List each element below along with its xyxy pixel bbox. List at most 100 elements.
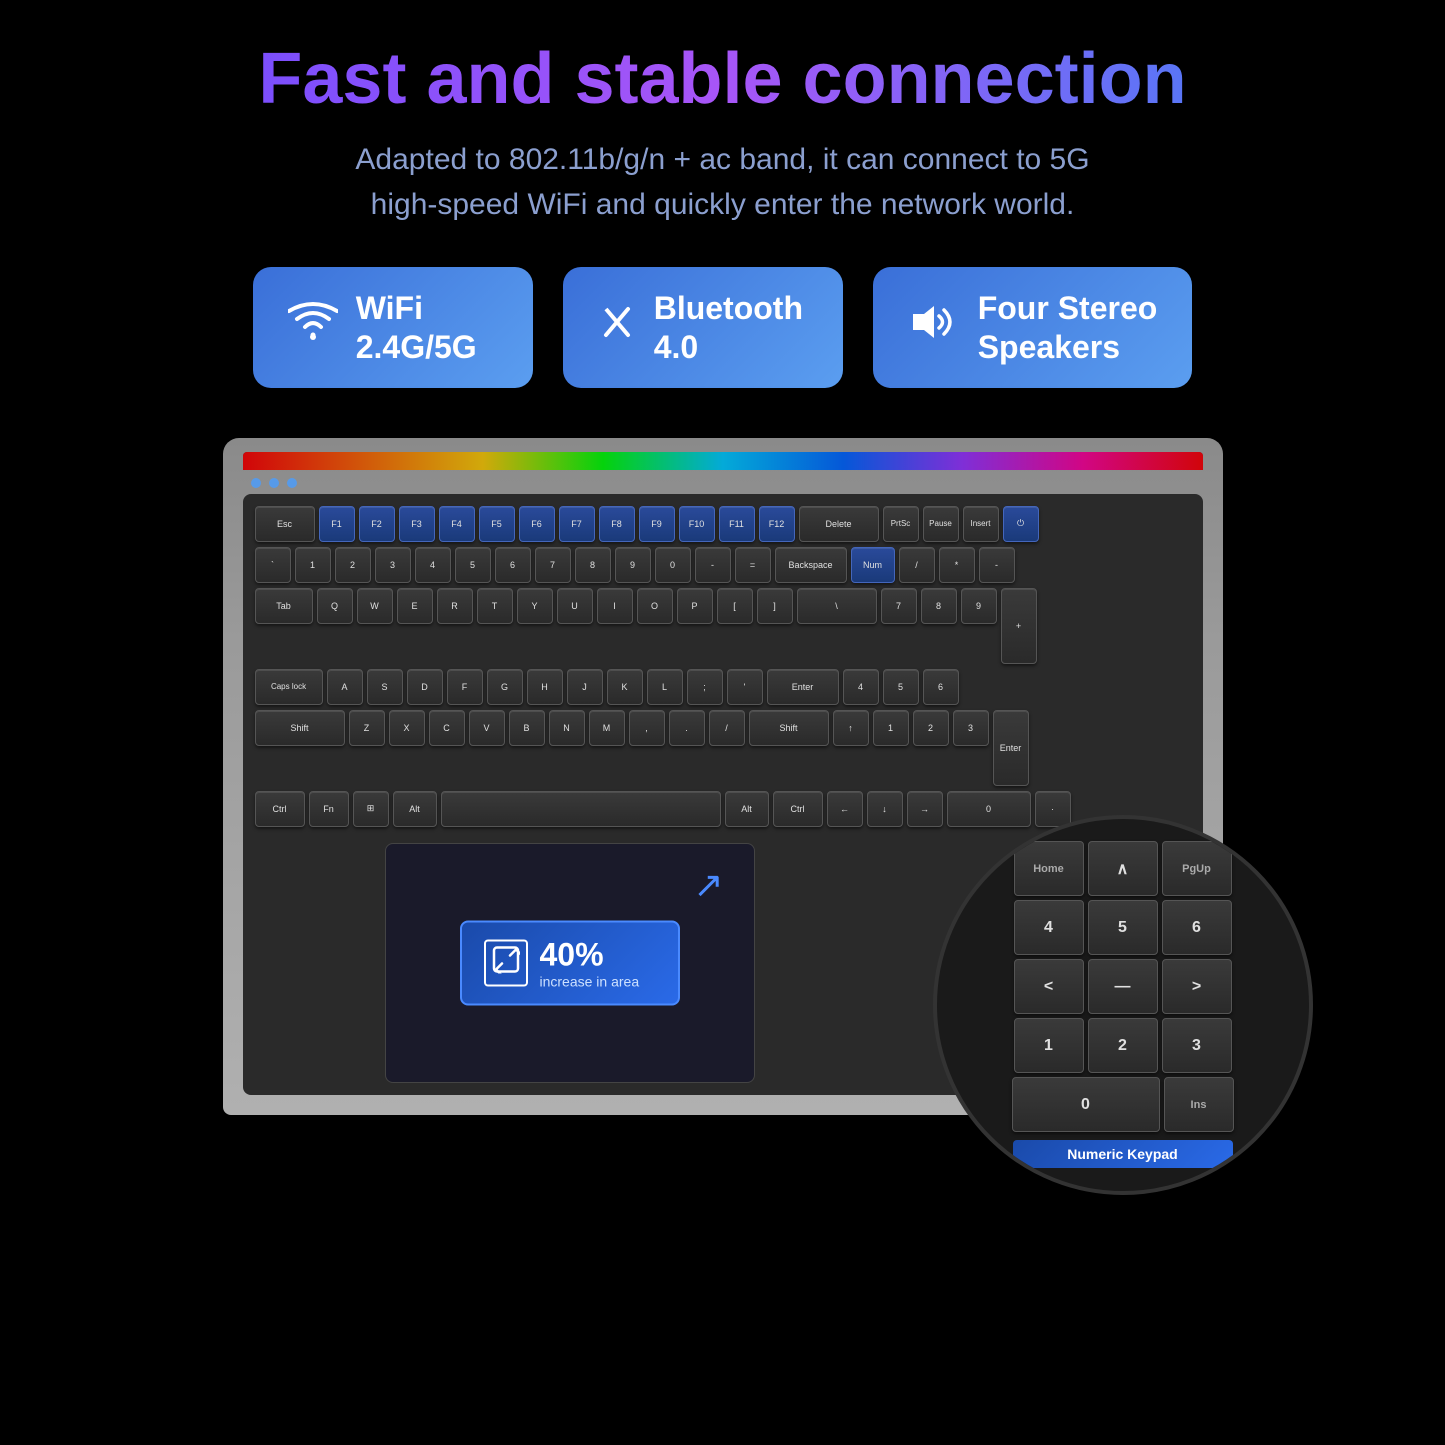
key-arrow-right[interactable]: → — [907, 791, 943, 827]
key-1[interactable]: 1 — [295, 547, 331, 583]
key-slash[interactable]: / — [709, 710, 745, 746]
key-num-6[interactable]: 6 — [923, 669, 959, 705]
key-u[interactable]: U — [557, 588, 593, 624]
key-period[interactable]: . — [669, 710, 705, 746]
key-n[interactable]: N — [549, 710, 585, 746]
key-num-minus[interactable]: - — [979, 547, 1015, 583]
key-comma[interactable]: , — [629, 710, 665, 746]
key-o[interactable]: O — [637, 588, 673, 624]
nc-key-6[interactable]: 6 — [1162, 900, 1232, 955]
trackpad[interactable]: ↗ 40% increase in area — [385, 843, 755, 1083]
key-fn[interactable]: Fn — [309, 791, 349, 827]
key-num-dot[interactable]: · — [1035, 791, 1071, 827]
key-e[interactable]: E — [397, 588, 433, 624]
key-backspace[interactable]: Backspace — [775, 547, 847, 583]
key-num-7[interactable]: 7 — [881, 588, 917, 624]
key-backslash[interactable]: \ — [797, 588, 877, 624]
key-h[interactable]: H — [527, 669, 563, 705]
key-k[interactable]: K — [607, 669, 643, 705]
key-num-0[interactable]: 0 — [947, 791, 1031, 827]
key-num-8[interactable]: 8 — [921, 588, 957, 624]
key-num-2[interactable]: 2 — [913, 710, 949, 746]
key-power[interactable]: ⏻ — [1003, 506, 1039, 542]
nc-key-3[interactable]: 3 — [1162, 1018, 1232, 1073]
key-num-3[interactable]: 3 — [953, 710, 989, 746]
key-f6[interactable]: F6 — [519, 506, 555, 542]
nc-key-right[interactable]: > — [1162, 959, 1232, 1014]
key-f2[interactable]: F2 — [359, 506, 395, 542]
key-alt-right[interactable]: Alt — [725, 791, 769, 827]
key-t[interactable]: T — [477, 588, 513, 624]
nc-key-left[interactable]: < — [1014, 959, 1084, 1014]
key-ctrl-right[interactable]: Ctrl — [773, 791, 823, 827]
key-f10[interactable]: F10 — [679, 506, 715, 542]
nc-key-1[interactable]: 1 — [1014, 1018, 1084, 1073]
key-b[interactable]: B — [509, 710, 545, 746]
key-semicolon[interactable]: ; — [687, 669, 723, 705]
key-bracket-l[interactable]: [ — [717, 588, 753, 624]
key-s[interactable]: S — [367, 669, 403, 705]
key-alt-left[interactable]: Alt — [393, 791, 437, 827]
nc-key-ins[interactable]: Ins — [1164, 1077, 1234, 1132]
key-num-slash[interactable]: / — [899, 547, 935, 583]
key-i[interactable]: I — [597, 588, 633, 624]
key-f12[interactable]: F12 — [759, 506, 795, 542]
key-a[interactable]: A — [327, 669, 363, 705]
key-2[interactable]: 2 — [335, 547, 371, 583]
key-3[interactable]: 3 — [375, 547, 411, 583]
key-j[interactable]: J — [567, 669, 603, 705]
nc-key-pgup[interactable]: PgUp — [1162, 841, 1232, 896]
key-num-enter[interactable]: Enter — [993, 710, 1029, 786]
key-x[interactable]: X — [389, 710, 425, 746]
key-delete[interactable]: Delete — [799, 506, 879, 542]
key-y[interactable]: Y — [517, 588, 553, 624]
key-g[interactable]: G — [487, 669, 523, 705]
key-r[interactable]: R — [437, 588, 473, 624]
key-num-4[interactable]: 4 — [843, 669, 879, 705]
key-arrow-down[interactable]: ↓ — [867, 791, 903, 827]
key-numlock[interactable]: Num — [851, 547, 895, 583]
key-f11[interactable]: F11 — [719, 506, 755, 542]
key-z[interactable]: Z — [349, 710, 385, 746]
key-num-5[interactable]: 5 — [883, 669, 919, 705]
key-prtsc[interactable]: PrtSc — [883, 506, 919, 542]
key-q[interactable]: Q — [317, 588, 353, 624]
key-num-plus[interactable]: + — [1001, 588, 1037, 664]
key-f4[interactable]: F4 — [439, 506, 475, 542]
key-equals[interactable]: = — [735, 547, 771, 583]
key-insert[interactable]: Insert — [963, 506, 999, 542]
key-l[interactable]: L — [647, 669, 683, 705]
key-f1[interactable]: F1 — [319, 506, 355, 542]
nc-key-dash[interactable]: — — [1088, 959, 1158, 1014]
key-p[interactable]: P — [677, 588, 713, 624]
key-minus[interactable]: - — [695, 547, 731, 583]
key-num-9[interactable]: 9 — [961, 588, 997, 624]
key-f5[interactable]: F5 — [479, 506, 515, 542]
nc-key-5[interactable]: 5 — [1088, 900, 1158, 955]
key-num-1[interactable]: 1 — [873, 710, 909, 746]
key-5[interactable]: 5 — [455, 547, 491, 583]
key-m[interactable]: M — [589, 710, 625, 746]
key-9[interactable]: 9 — [615, 547, 651, 583]
nc-key-2[interactable]: 2 — [1088, 1018, 1158, 1073]
key-w[interactable]: W — [357, 588, 393, 624]
nc-key-4[interactable]: 4 — [1014, 900, 1084, 955]
key-arrow-up[interactable]: ↑ — [833, 710, 869, 746]
key-4[interactable]: 4 — [415, 547, 451, 583]
key-f3[interactable]: F3 — [399, 506, 435, 542]
key-num-star[interactable]: * — [939, 547, 975, 583]
key-arrow-left[interactable]: ← — [827, 791, 863, 827]
key-v[interactable]: V — [469, 710, 505, 746]
key-quote[interactable]: ' — [727, 669, 763, 705]
key-c[interactable]: C — [429, 710, 465, 746]
key-f9[interactable]: F9 — [639, 506, 675, 542]
key-f7[interactable]: F7 — [559, 506, 595, 542]
key-space[interactable] — [441, 791, 721, 827]
key-d[interactable]: D — [407, 669, 443, 705]
key-shift-right[interactable]: Shift — [749, 710, 829, 746]
key-capslock[interactable]: Caps lock — [255, 669, 323, 705]
key-f8[interactable]: F8 — [599, 506, 635, 542]
key-shift-left[interactable]: Shift — [255, 710, 345, 746]
nc-key-home[interactable]: Home — [1014, 841, 1084, 896]
nc-key-up[interactable]: ∧ — [1088, 841, 1158, 896]
